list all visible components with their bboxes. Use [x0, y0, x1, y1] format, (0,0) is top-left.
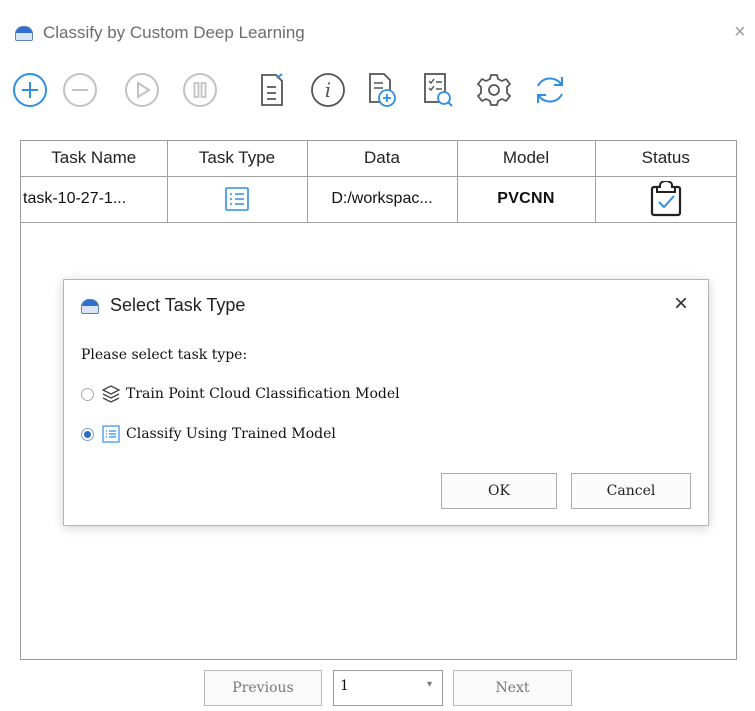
play-circle-icon — [125, 73, 159, 107]
info-icon: i — [311, 73, 345, 107]
radio-train-model[interactable] — [81, 387, 94, 401]
app-logo-icon — [81, 299, 99, 314]
app-logo-icon — [15, 26, 33, 41]
add-button[interactable] — [10, 70, 50, 110]
column-header-status[interactable]: Status — [594, 141, 736, 177]
ok-button[interactable]: OK — [441, 473, 557, 509]
chevron-down-icon: ▾ — [426, 679, 432, 690]
start-button[interactable] — [122, 70, 162, 110]
info-button[interactable]: i — [308, 70, 348, 110]
dialog-close-button[interactable]: × — [674, 292, 688, 316]
task-name-cell: task-10-27-1... — [21, 175, 168, 223]
option-train-model[interactable]: Train Point Cloud Classification Model — [81, 383, 400, 405]
column-header-task-type[interactable]: Task Type — [166, 141, 308, 177]
pause-button[interactable] — [180, 70, 220, 110]
add-document-button[interactable] — [362, 70, 402, 110]
data-cell: D:/workspac... — [306, 175, 458, 223]
page-number-select[interactable]: 1 ▾ — [333, 670, 443, 706]
dialog-prompt: Please select task type: — [81, 347, 248, 363]
refresh-icon — [537, 77, 563, 103]
model-cell: PVCNN — [456, 175, 596, 223]
radio-classify-trained[interactable] — [81, 427, 94, 441]
option-classify-trained-label: Classify Using Trained Model — [126, 426, 336, 442]
list-icon — [102, 425, 120, 443]
option-classify-trained[interactable]: Classify Using Trained Model — [81, 423, 336, 445]
clipboard-check-icon — [650, 180, 681, 217]
window-title: Classify by Custom Deep Learning — [43, 23, 305, 42]
minus-circle-icon — [63, 73, 97, 107]
plus-circle-icon — [13, 73, 47, 107]
cancel-button[interactable]: Cancel — [571, 473, 691, 509]
table-header-row: Task Name Task Type Data Model Status — [21, 141, 736, 177]
select-task-type-dialog: Select Task Type × Please select task ty… — [63, 279, 709, 526]
next-page-button[interactable]: Next — [453, 670, 572, 706]
page-number-value: 1 — [340, 678, 349, 694]
edit-document-icon — [261, 73, 283, 106]
table-row[interactable]: task-10-27-1... D:/workspac... PVCNN — [21, 175, 736, 223]
refresh-button[interactable] — [530, 70, 570, 110]
pause-circle-icon — [183, 73, 217, 107]
dialog-title: Select Task Type — [110, 295, 246, 315]
settings-button[interactable] — [474, 70, 514, 110]
column-header-task-name[interactable]: Task Name — [21, 141, 168, 177]
remove-button[interactable] — [60, 70, 100, 110]
previous-page-button[interactable]: Previous — [204, 670, 322, 706]
title-bar: Classify by Custom Deep Learning × — [0, 0, 755, 62]
toolbar: i — [0, 62, 755, 124]
view-log-button[interactable] — [418, 70, 458, 110]
add-document-icon — [369, 73, 396, 107]
column-header-model[interactable]: Model — [456, 141, 596, 177]
option-train-model-label: Train Point Cloud Classification Model — [126, 386, 400, 402]
list-icon — [225, 187, 249, 211]
svg-text:i: i — [325, 78, 331, 102]
task-type-cell — [166, 175, 308, 223]
window-close-button[interactable]: × — [734, 22, 746, 42]
checklist-search-icon — [424, 73, 453, 107]
gear-icon — [477, 74, 511, 106]
status-cell — [594, 175, 736, 223]
layers-icon — [102, 385, 120, 403]
edit-button[interactable] — [252, 70, 292, 110]
column-header-data[interactable]: Data — [306, 141, 458, 177]
